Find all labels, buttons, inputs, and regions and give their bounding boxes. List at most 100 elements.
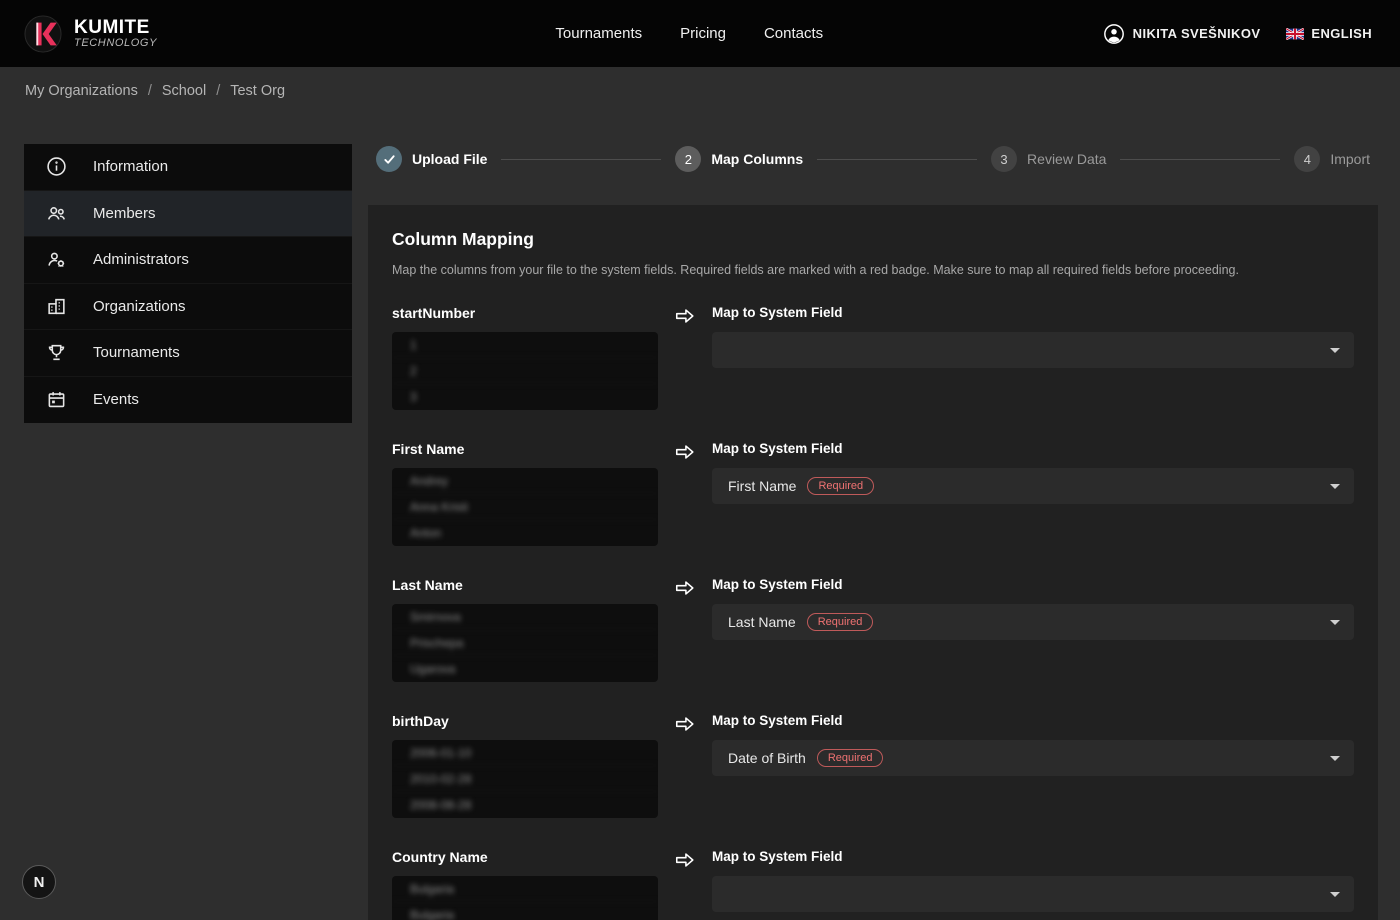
card-description: Map the columns from your file to the sy…	[392, 263, 1354, 277]
sidebar-item-label: Organizations	[93, 298, 186, 315]
sample-value: 2010-02-28	[392, 766, 658, 792]
user-menu[interactable]: NIKITA SVEŠNIKOV	[1103, 23, 1261, 45]
sample-preview: 1 2 3	[392, 332, 658, 410]
sample-value: 2008-08-28	[392, 792, 658, 818]
brand-name: KUMITE	[74, 18, 157, 38]
page-layout: Information Members	[0, 115, 1400, 920]
sample-value: Bulgaria	[392, 902, 658, 920]
user-name: NIKITA SVEŠNIKOV	[1133, 26, 1261, 41]
step-label: Import	[1330, 151, 1370, 167]
system-field-select[interactable]: Required	[712, 332, 1354, 368]
source-column-name: Country Name	[392, 849, 658, 867]
sample-value: 2	[392, 358, 658, 384]
map-field-label: Map to System Field	[712, 849, 1354, 867]
admin-icon	[45, 249, 67, 271]
sample-preview: Smirnova Prischepa Ugarova	[392, 604, 658, 682]
map-arrow-icon	[658, 713, 712, 818]
system-field-select[interactable]: Required	[712, 876, 1354, 912]
breadcrumb-school[interactable]: School	[162, 83, 206, 99]
mapping-row-birthday: birthDay 2006-01-10 2010-02-28 2008-08-2…	[392, 713, 1354, 818]
chevron-down-icon	[1330, 348, 1340, 353]
map-field-label: Map to System Field	[712, 441, 1354, 459]
nextjs-dev-badge[interactable]: N	[22, 865, 56, 899]
map-arrow-icon	[658, 577, 712, 682]
required-badge: Required	[807, 613, 874, 631]
brand-subtitle: TECHNOLOGY	[74, 38, 157, 50]
chevron-down-icon	[1330, 484, 1340, 489]
uk-flag-icon	[1286, 28, 1304, 40]
sample-value: 1	[392, 332, 658, 358]
system-field-select[interactable]: Date of Birth Required	[712, 740, 1354, 776]
calendar-icon	[45, 389, 67, 411]
nav-link-contacts[interactable]: Contacts	[764, 25, 823, 42]
step-label: Review Data	[1027, 151, 1106, 167]
step-number: 2	[675, 146, 701, 172]
sidebar-item-organizations[interactable]: Organizations	[24, 284, 352, 331]
sample-preview: 2006-01-10 2010-02-28 2008-08-28	[392, 740, 658, 818]
step-number: 4	[1294, 146, 1320, 172]
step-connector	[501, 159, 661, 160]
map-field-label: Map to System Field	[712, 577, 1354, 595]
select-value: Date of Birth	[728, 750, 806, 766]
main-nav: Tournaments Pricing Contacts	[555, 25, 823, 42]
sidebar-item-label: Tournaments	[93, 344, 180, 361]
sample-value: Prischepa	[392, 630, 658, 656]
nav-link-pricing[interactable]: Pricing	[680, 25, 726, 42]
brand-logo[interactable]: KUMITE TECHNOLOGY	[24, 15, 157, 53]
navbar-right: NIKITA SVEŠNIKOV ENGLISH	[1103, 23, 1372, 45]
sample-value: Ugarova	[392, 656, 658, 682]
sample-value: 2006-01-10	[392, 740, 658, 766]
import-stepper: Upload File 2 Map Columns 3 Review Data …	[368, 144, 1378, 172]
map-arrow-icon	[658, 849, 712, 920]
language-switcher[interactable]: ENGLISH	[1286, 26, 1372, 41]
sidebar-item-administrators[interactable]: Administrators	[24, 237, 352, 284]
organizations-icon	[45, 295, 67, 317]
step-import: 4 Import	[1294, 146, 1370, 172]
chevron-down-icon	[1330, 756, 1340, 761]
source-column-name: First Name	[392, 441, 658, 459]
nav-link-tournaments[interactable]: Tournaments	[555, 25, 642, 42]
mapping-row-startnumber: startNumber 1 2 3 Map to System Field	[392, 305, 1354, 410]
step-upload-file: Upload File	[376, 146, 487, 172]
info-icon	[45, 156, 67, 178]
map-arrow-icon	[658, 305, 712, 410]
step-connector	[1120, 159, 1280, 160]
step-map-columns: 2 Map Columns	[675, 146, 803, 172]
sample-value: Bulgaria	[392, 876, 658, 902]
members-icon	[45, 202, 67, 224]
required-badge: Required	[807, 477, 874, 495]
select-value: First Name	[728, 478, 796, 494]
language-label: ENGLISH	[1311, 26, 1372, 41]
source-column-name: birthDay	[392, 713, 658, 731]
sample-value: Smirnova	[392, 604, 658, 630]
required-badge: Required	[817, 749, 884, 767]
step-number: 3	[991, 146, 1017, 172]
user-avatar-icon	[1103, 23, 1125, 45]
sample-preview: Bulgaria Bulgaria Bulgaria	[392, 876, 658, 920]
sidebar-item-label: Members	[93, 205, 156, 222]
sidebar-item-members[interactable]: Members	[24, 191, 352, 238]
system-field-select[interactable]: Last Name Required	[712, 604, 1354, 640]
org-sidebar: Information Members	[24, 144, 352, 423]
mapping-row-last-name: Last Name Smirnova Prischepa Ugarova Map…	[392, 577, 1354, 682]
sidebar-item-events[interactable]: Events	[24, 377, 352, 424]
breadcrumb-my-organizations[interactable]: My Organizations	[25, 83, 138, 99]
sample-value: Anna Kristi	[392, 494, 658, 520]
breadcrumb: My Organizations / School / Test Org	[0, 67, 1400, 115]
sidebar-item-tournaments[interactable]: Tournaments	[24, 330, 352, 377]
system-field-select[interactable]: First Name Required	[712, 468, 1354, 504]
mapping-row-country-name: Country Name Bulgaria Bulgaria Bulgaria …	[392, 849, 1354, 920]
mapping-row-first-name: First Name Andrey Anna Kristi Anton Map …	[392, 441, 1354, 546]
step-review-data: 3 Review Data	[991, 146, 1106, 172]
main-content: Upload File 2 Map Columns 3 Review Data …	[368, 144, 1378, 920]
sidebar-item-information[interactable]: Information	[24, 144, 352, 191]
column-mapping-card: Column Mapping Map the columns from your…	[368, 205, 1378, 920]
map-field-label: Map to System Field	[712, 713, 1354, 731]
card-title: Column Mapping	[392, 229, 1354, 250]
source-column-name: startNumber	[392, 305, 658, 323]
breadcrumb-test-org[interactable]: Test Org	[230, 83, 285, 99]
trophy-icon	[45, 342, 67, 364]
map-arrow-icon	[658, 441, 712, 546]
step-label: Upload File	[412, 151, 487, 167]
chevron-down-icon	[1330, 620, 1340, 625]
